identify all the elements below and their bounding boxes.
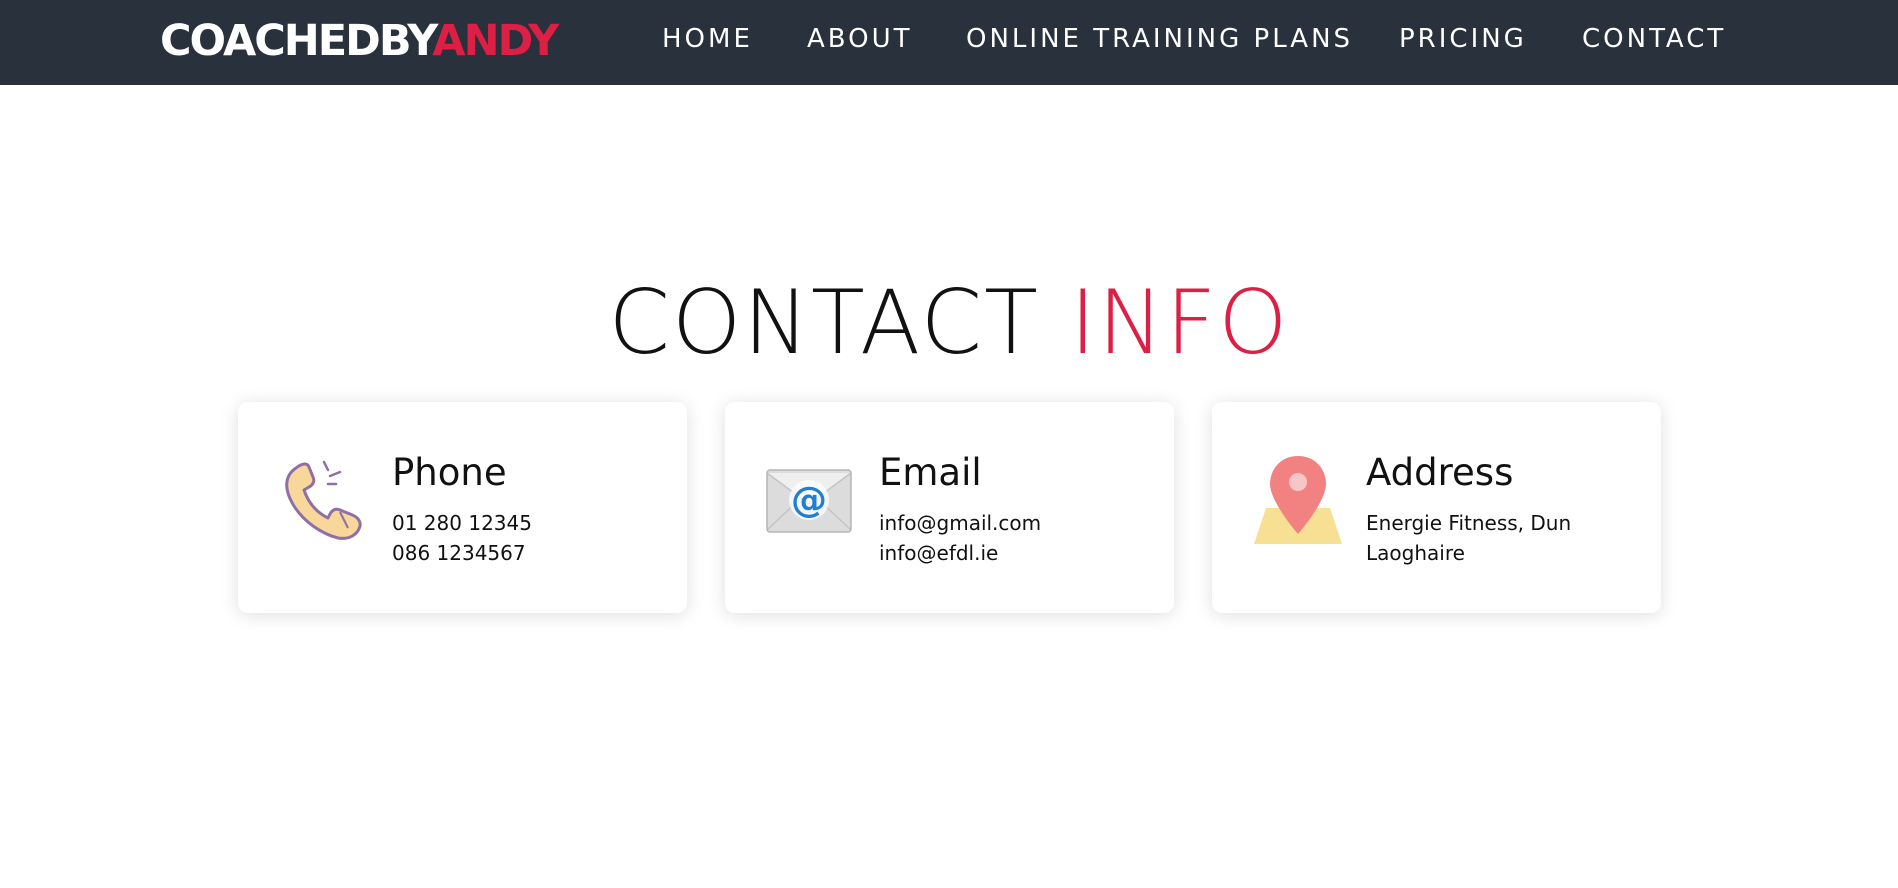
email-address[interactable]: info@efdl.ie	[879, 538, 1164, 568]
card-details: Energie Fitness, Dun Laoghaire	[1366, 508, 1651, 568]
phone-number[interactable]: 086 1234567	[392, 538, 677, 568]
nav-link-pricing[interactable]: PRICING	[1399, 22, 1527, 56]
brand-text-accent: ANDY	[432, 16, 559, 66]
phone-icon	[278, 454, 366, 542]
card-details: 01 280 12345 086 1234567	[392, 508, 677, 568]
card-title: Email	[879, 451, 982, 494]
map-pin-icon	[1252, 454, 1342, 544]
nav-link-home[interactable]: HOME	[662, 22, 753, 56]
contact-card-phone: Phone 01 280 12345 086 1234567	[238, 402, 687, 613]
address-line: Energie Fitness, Dun	[1366, 511, 1572, 535]
contact-card-email: @ Email info@gmail.com info@efdl.ie	[725, 402, 1174, 613]
page-title-accent: INFO	[1069, 271, 1290, 374]
email-address[interactable]: info@gmail.com	[879, 508, 1164, 538]
nav-link-contact[interactable]: CONTACT	[1582, 22, 1726, 56]
phone-number[interactable]: 01 280 12345	[392, 508, 677, 538]
card-title: Address	[1366, 451, 1514, 494]
brand-logo[interactable]: COACHEDBYANDY	[160, 16, 559, 66]
card-details: info@gmail.com info@efdl.ie	[879, 508, 1164, 568]
page-title: CONTACT INFO	[0, 268, 1898, 378]
page-title-main: CONTACT	[608, 271, 1040, 374]
card-title: Phone	[392, 451, 507, 494]
navbar: COACHEDBYANDY HOME ABOUT ONLINE TRAINING…	[0, 0, 1898, 85]
nav-link-online-training-plans[interactable]: ONLINE TRAINING PLANS	[966, 22, 1353, 56]
address-line: Laoghaire	[1366, 541, 1465, 565]
nav-link-about[interactable]: ABOUT	[807, 22, 913, 56]
brand-text-main: COACHEDBY	[160, 16, 434, 66]
contact-card-address: Address Energie Fitness, Dun Laoghaire	[1212, 402, 1661, 613]
envelope-at-icon: @	[765, 454, 853, 542]
svg-text:@: @	[791, 480, 827, 521]
